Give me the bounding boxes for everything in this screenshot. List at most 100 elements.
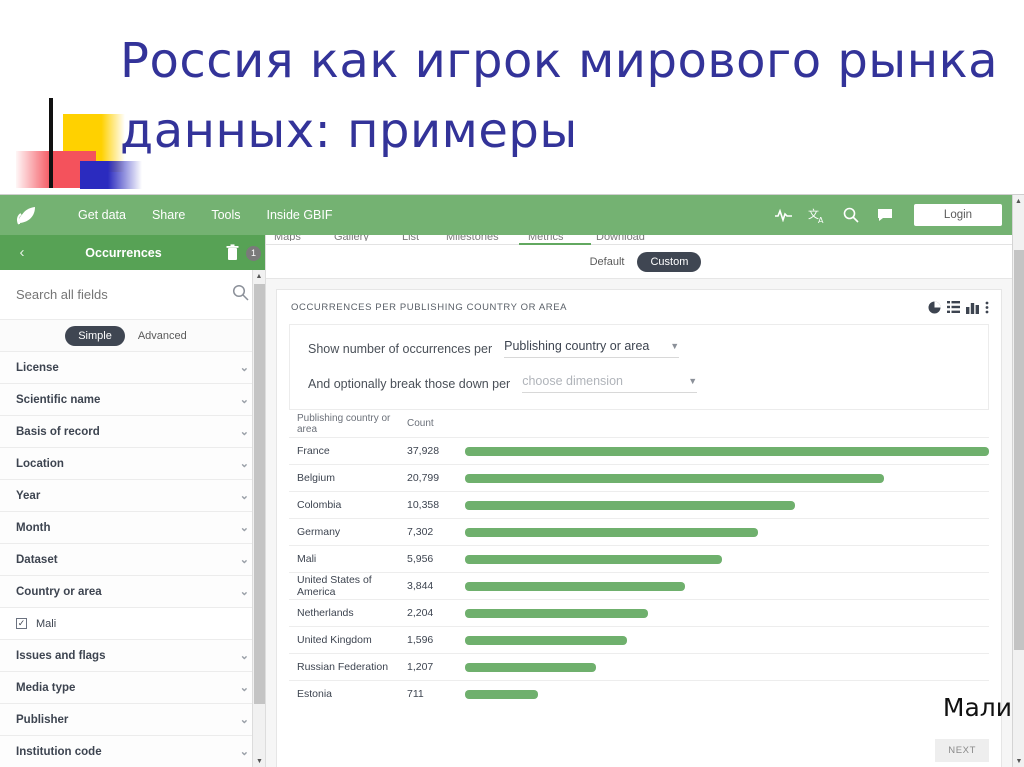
dimension-select-breakdown[interactable]: choose dimension ▼: [522, 374, 698, 393]
chevron-down-icon: ⌄: [239, 490, 249, 502]
filter-row[interactable]: Issues and flags ⌄: [0, 640, 265, 672]
checked-checkbox-icon[interactable]: ✓: [16, 618, 27, 629]
sidebar-search-row: [0, 270, 265, 320]
page-scrollbar-thumb[interactable]: [1014, 250, 1024, 650]
translate-icon[interactable]: 文 A: [802, 203, 832, 227]
row-bar: [465, 473, 885, 483]
filter-row[interactable]: License ⌄: [0, 352, 265, 384]
table-row[interactable]: United Kingdom 1,596: [289, 626, 989, 653]
page-scroll-down-arrow-icon[interactable]: ▼: [1013, 755, 1024, 767]
nav-link-inside-gbif[interactable]: Inside GBIF: [267, 208, 333, 222]
filter-row[interactable]: Scientific name ⌄: [0, 384, 265, 416]
row-bar-track: [465, 689, 989, 699]
row-bar: [465, 689, 539, 699]
feedback-chat-icon[interactable]: [870, 203, 900, 227]
filter-row[interactable]: Dataset ⌄: [0, 544, 265, 576]
row-count: 37,928: [407, 445, 440, 457]
row-bar-track: [465, 500, 989, 510]
row-bar: [465, 581, 686, 591]
gbif-leaf-logo-icon[interactable]: [0, 204, 56, 226]
scroll-up-arrow-icon[interactable]: ▲: [253, 270, 265, 283]
filter-row[interactable]: Month ⌄: [0, 512, 265, 544]
filter-row[interactable]: Country or area ⌄: [0, 576, 265, 608]
table-row[interactable]: Netherlands 2,204: [289, 599, 989, 626]
table-row[interactable]: Germany 7,302: [289, 518, 989, 545]
row-country: Germany: [297, 526, 341, 538]
filters-sidebar: ‹ Occurrences 1 Simple Advanced License ⌄…: [0, 235, 266, 767]
search-icon[interactable]: [836, 203, 866, 227]
tab-gallery[interactable]: Gallery: [334, 235, 369, 241]
dimension-value-breakdown: choose dimension: [522, 374, 623, 388]
filter-label: Basis of record: [16, 425, 100, 438]
chart-view-icons: [928, 301, 989, 314]
table-body: France 37,928 Belgium 20,799 Colombia 10,358 G…: [289, 437, 989, 707]
more-vertical-icon[interactable]: [985, 301, 989, 314]
row-count: 7,302: [407, 526, 434, 538]
active-tab-underline: [519, 243, 591, 245]
chevron-down-icon: ⌄: [239, 650, 249, 662]
row-country: Estonia: [297, 688, 333, 700]
sidebar-mode-toggle: Simple Advanced: [0, 320, 265, 352]
filter-row[interactable]: Year ⌄: [0, 480, 265, 512]
filter-selected-value-row[interactable]: ✓ Mali: [0, 608, 265, 640]
row-bar: [465, 527, 759, 537]
search-input[interactable]: [16, 287, 232, 302]
row-bar-track: [465, 473, 989, 483]
filter-label: Year: [16, 489, 41, 502]
table-row[interactable]: Estonia 711: [289, 680, 989, 707]
sidebar-scrollbar-thumb[interactable]: [254, 284, 265, 704]
sidebar-scrollbar[interactable]: ▲ ▼: [252, 270, 265, 767]
search-icon[interactable]: [232, 284, 249, 306]
nav-link-share[interactable]: Share: [152, 208, 185, 222]
page-scrollbar[interactable]: ▲ ▼: [1012, 195, 1024, 767]
chart-card: OCCURRENCES PER PUBLISHING COUNTRY OR AR…: [276, 289, 1002, 767]
filter-row[interactable]: Basis of record ⌄: [0, 416, 265, 448]
tab-maps[interactable]: Maps: [274, 235, 301, 241]
tab-list[interactable]: List: [402, 235, 419, 241]
chevron-down-icon: ⌄: [239, 362, 249, 374]
row-country: France: [297, 445, 330, 457]
tab-milestones[interactable]: Milestones: [446, 235, 499, 241]
view-custom-pill[interactable]: Custom: [637, 251, 702, 272]
mode-simple-pill[interactable]: Simple: [65, 325, 125, 346]
tab-download[interactable]: Download: [596, 235, 645, 241]
tab-metrics[interactable]: Metrics: [528, 235, 563, 241]
filter-row[interactable]: Institution code ⌄: [0, 736, 265, 767]
chevron-down-icon: ⌄: [239, 746, 249, 758]
chevron-down-icon: ⌄: [239, 522, 249, 534]
table-list-icon[interactable]: [947, 301, 960, 313]
table-header-row: Publishing country or area Count: [289, 410, 989, 437]
nav-link-get-data[interactable]: Get data: [78, 208, 126, 222]
activity-pulse-icon[interactable]: [768, 203, 798, 227]
slide-title-banner: Россия как игрок мирового рынка данных: …: [0, 0, 1024, 194]
table-row[interactable]: United States of America 3,844: [289, 572, 989, 599]
nav-link-tools[interactable]: Tools: [211, 208, 240, 222]
dimension-select-primary[interactable]: Publishing country or area ▼: [504, 339, 680, 358]
table-row[interactable]: Belgium 20,799: [289, 464, 989, 491]
bar-chart-icon[interactable]: [966, 301, 979, 314]
page-scroll-up-arrow-icon[interactable]: ▲: [1013, 195, 1024, 208]
filter-label: Issues and flags: [16, 649, 106, 662]
filter-row[interactable]: Location ⌄: [0, 448, 265, 480]
login-button[interactable]: Login: [914, 204, 1002, 226]
row-bar-track: [465, 635, 989, 645]
table-row[interactable]: Colombia 10,358: [289, 491, 989, 518]
table-row[interactable]: France 37,928: [289, 437, 989, 464]
filter-list: License ⌄ Scientific name ⌄ Basis of record ⌄…: [0, 352, 265, 767]
row-bar-track: [465, 608, 989, 618]
mode-advanced-pill[interactable]: Advanced: [125, 326, 200, 346]
pie-chart-icon[interactable]: [928, 301, 941, 314]
scroll-down-arrow-icon[interactable]: ▼: [253, 755, 265, 767]
filter-row[interactable]: Publisher ⌄: [0, 704, 265, 736]
top-nav-actions: 文 A Login: [768, 203, 1012, 227]
sidebar-header: ‹ Occurrences 1: [0, 235, 265, 270]
occurrence-tabs-row: Maps Gallery List Milestones Metrics Dow…: [266, 235, 1012, 245]
next-button[interactable]: NEXT: [935, 739, 989, 762]
view-default-pill[interactable]: Default: [577, 252, 638, 272]
dimension-value-primary: Publishing country or area: [504, 339, 650, 353]
pagination-controls: NEXT: [935, 739, 989, 762]
filter-row[interactable]: Media type ⌄: [0, 672, 265, 704]
table-row[interactable]: Russian Federation 1,207: [289, 653, 989, 680]
table-row[interactable]: Mali 5,956: [289, 545, 989, 572]
trash-icon[interactable]: 1: [225, 243, 265, 262]
